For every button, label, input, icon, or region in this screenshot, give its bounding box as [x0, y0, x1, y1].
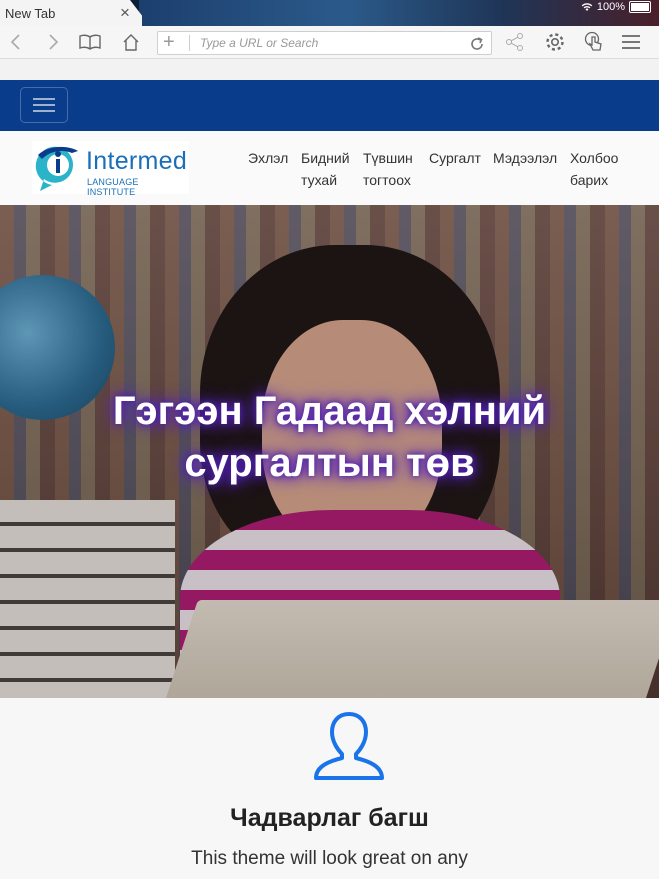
forward-icon[interactable]: [41, 30, 65, 54]
logo-mark-icon: [35, 146, 78, 191]
site-menu: Intermed LANGUAGE INSTITUTE Эхлэл Бидний…: [0, 131, 659, 206]
navbar-toggle-button[interactable]: [20, 87, 68, 123]
new-tab-plus-icon[interactable]: +: [163, 32, 175, 53]
wifi-icon: [581, 3, 593, 11]
menu-icon[interactable]: [619, 30, 643, 54]
logo-brand-text: Intermed: [86, 147, 188, 175]
back-icon[interactable]: [4, 30, 28, 54]
touch-mode-icon[interactable]: [582, 30, 606, 54]
nav-link-courses[interactable]: Сургалт: [429, 147, 481, 169]
browser-tab[interactable]: New Tab ×: [0, 0, 142, 26]
toolbar-spacer: [0, 59, 659, 80]
hero-banner: Гэгээн Гадаад хэлний сургалтын төв: [0, 205, 659, 698]
nav-link-news[interactable]: Мэдээлэл: [493, 147, 557, 169]
battery-icon: [629, 1, 651, 13]
hero-title: Гэгээн Гадаад хэлний сургалтын төв: [112, 389, 547, 485]
logo-subtitle: LANGUAGE INSTITUTE: [87, 177, 139, 197]
user-icon: [314, 712, 384, 780]
url-divider: [189, 35, 190, 51]
status-bar: 100%: [581, 1, 651, 13]
battery-percent: 100%: [596, 1, 625, 13]
nav-link-contact[interactable]: Холбоо барих: [570, 147, 618, 191]
feature-section: Чадварлаг багш This theme will look grea…: [0, 698, 659, 879]
feature-text: This theme will look great on any: [191, 848, 468, 869]
reload-icon[interactable]: [469, 33, 485, 57]
tab-title: New Tab: [5, 6, 56, 21]
settings-gear-icon[interactable]: [543, 30, 567, 54]
nav-link-home[interactable]: Эхлэл: [248, 147, 288, 169]
tab-close-icon[interactable]: ×: [120, 3, 130, 23]
url-placeholder: Type a URL or Search: [200, 36, 319, 50]
bookmarks-icon[interactable]: [78, 30, 102, 54]
feature-title: Чадварлаг багш: [230, 804, 429, 832]
site-navbar: [0, 80, 659, 131]
tab-strip: New Tab × 100%: [0, 0, 659, 26]
site-logo[interactable]: Intermed LANGUAGE INSTITUTE: [32, 141, 189, 197]
url-bar[interactable]: + Type a URL or Search: [157, 31, 492, 55]
nav-link-level-test[interactable]: Түвшин тогтоох: [363, 147, 413, 191]
nav-link-about[interactable]: Бидний тухай: [301, 147, 350, 191]
share-icon[interactable]: [503, 30, 527, 54]
home-icon[interactable]: [119, 30, 143, 54]
